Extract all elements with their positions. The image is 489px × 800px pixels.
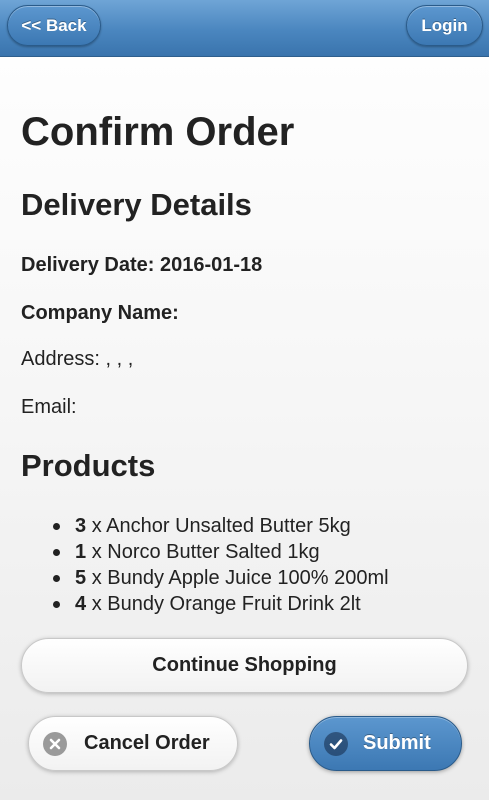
product-name: Anchor Unsalted Butter 5kg <box>106 515 351 537</box>
company-name-label: Company Name: <box>21 302 179 324</box>
product-separator: x <box>91 515 102 537</box>
email-line: Email: <box>21 394 77 420</box>
cancel-order-button[interactable]: Cancel Order <box>28 716 238 771</box>
address-line: Address: , , , <box>21 346 133 372</box>
back-button[interactable]: << Back <box>7 5 101 46</box>
list-item: 1 x Norco Butter Salted 1kg <box>53 539 389 565</box>
page-title: Confirm Order <box>21 110 295 154</box>
product-quantity: 5 <box>75 567 87 589</box>
delivery-date-value: 2016-01-18 <box>159 254 263 276</box>
address-label: Address: <box>21 348 100 370</box>
list-item: 3 x Anchor Unsalted Butter 5kg <box>53 513 389 539</box>
list-item: 4 x Bundy Orange Fruit Drink 2lt <box>53 591 389 617</box>
delivery-details-heading: Delivery Details <box>21 187 252 222</box>
list-item: 5 x Bundy Apple Juice 100% 200ml <box>53 565 389 591</box>
continue-shopping-label: Continue Shopping <box>152 654 337 676</box>
submit-label: Submit <box>363 732 431 754</box>
product-quantity: 4 <box>75 593 87 615</box>
product-name: Bundy Apple Juice 100% 200ml <box>107 567 389 589</box>
close-circle-icon <box>43 731 67 756</box>
product-name: Norco Butter Salted 1kg <box>107 541 320 563</box>
delivery-date-line: Delivery Date: 2016-01-18 <box>21 252 262 278</box>
login-button[interactable]: Login <box>406 5 483 46</box>
submit-button[interactable]: Submit <box>309 716 462 771</box>
product-quantity: 3 <box>75 515 87 537</box>
check-circle-icon <box>324 731 348 756</box>
product-separator: x <box>91 567 102 589</box>
continue-shopping-button[interactable]: Continue Shopping <box>21 638 468 693</box>
cancel-order-label: Cancel Order <box>84 732 210 754</box>
header-bar: << Back Login <box>0 0 489 57</box>
email-label: Email: <box>21 396 77 418</box>
product-separator: x <box>91 593 102 615</box>
product-name: Bundy Orange Fruit Drink 2lt <box>107 593 361 615</box>
address-value: , , , <box>105 348 134 370</box>
company-name-line: Company Name: <box>21 300 179 326</box>
delivery-date-label: Delivery Date: <box>21 254 155 276</box>
product-quantity: 1 <box>75 541 87 563</box>
product-separator: x <box>91 541 102 563</box>
product-list: 3 x Anchor Unsalted Butter 5kg 1 x Norco… <box>53 513 389 617</box>
products-heading: Products <box>21 448 156 483</box>
